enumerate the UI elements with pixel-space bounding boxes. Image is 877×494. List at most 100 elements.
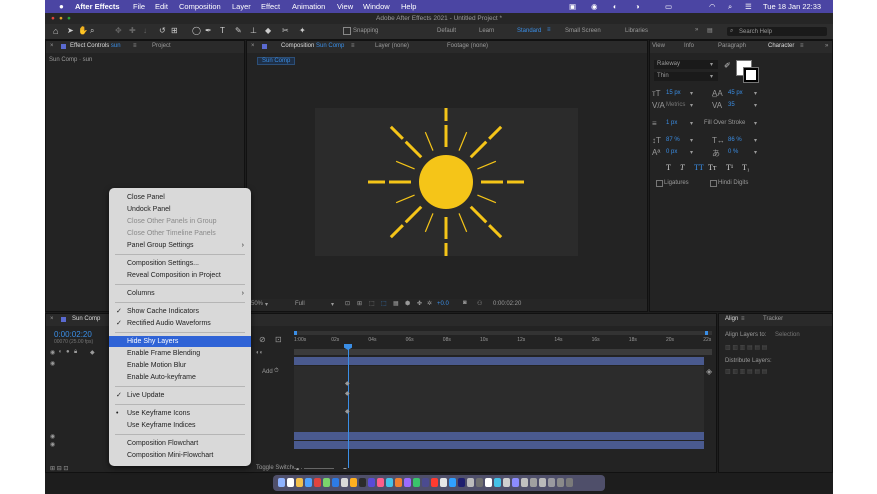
zoom-window-icon[interactable]: ● <box>67 13 71 24</box>
grid-icon[interactable]: ⊞ <box>357 300 362 307</box>
font-size-value[interactable]: 15 px <box>666 90 681 96</box>
dock-app-icon[interactable] <box>404 478 411 487</box>
dock-app-icon[interactable] <box>323 478 330 487</box>
subscript-button[interactable]: T₁ <box>742 163 750 172</box>
font-family-dropdown[interactable]: Raleway ▾ <box>654 60 718 69</box>
dock-app-icon[interactable] <box>368 478 375 487</box>
home-icon[interactable]: ⌂ <box>53 26 58 36</box>
dock-app-icon[interactable] <box>431 478 438 487</box>
more-workspaces-icon[interactable]: » <box>695 27 698 33</box>
align-tab-menu-icon[interactable]: ≡ <box>741 316 745 322</box>
dock-app-icon[interactable] <box>557 478 564 487</box>
layer-3-visibility-icon[interactable]: ◉ <box>50 441 55 448</box>
work-area-start[interactable] <box>294 331 297 335</box>
stopwatch-icon[interactable]: ⏱ <box>274 368 279 375</box>
workspace-small-screen[interactable]: Small Screen <box>565 28 601 34</box>
timeline-zoom-slider[interactable] <box>304 468 334 469</box>
horizontal-scale-value[interactable]: 86 % <box>728 137 742 143</box>
leading-value[interactable]: 45 px <box>728 90 743 96</box>
menu-item-undock-panel[interactable]: Undock Panel <box>109 204 251 215</box>
motion-blur-toggle-icon[interactable]: ⊘ <box>259 335 266 344</box>
dock-app-icon[interactable] <box>359 478 366 487</box>
dock-app-icon[interactable] <box>350 478 357 487</box>
lock-switch-icon[interactable]: 🔒︎ <box>74 349 77 356</box>
dock-app-icon[interactable] <box>377 478 384 487</box>
comp-current-time[interactable]: 0:00:02:20 <box>493 301 521 307</box>
superscript-button[interactable]: T¹ <box>726 163 733 172</box>
menu-item-composition-settings[interactable]: Composition Settings... <box>109 258 251 269</box>
apple-menu-icon[interactable]: ● <box>59 2 64 11</box>
dock-app-icon[interactable] <box>386 478 393 487</box>
menu-item-enable-frame-blending[interactable]: Enable Frame Blending <box>109 348 251 359</box>
exposure-reset-icon[interactable]: ✲ <box>427 300 432 307</box>
comp-panel-close-icon[interactable]: × <box>251 43 255 49</box>
menu-help[interactable]: Help <box>401 2 416 11</box>
creative-cloud-icon[interactable]: ◉ <box>591 2 598 11</box>
tab-footage[interactable]: Footage (none) <box>447 43 488 49</box>
dock-app-icon[interactable] <box>476 478 483 487</box>
menu-item-close-panel[interactable]: Close Panel <box>109 192 251 203</box>
tab-paragraph[interactable]: Paragraph <box>718 43 746 49</box>
workspace-standard[interactable]: Standard <box>517 28 541 34</box>
menu-item-hide-shy-layers[interactable]: Hide Shy Layers <box>109 336 251 347</box>
eraser-tool-icon[interactable]: ◆ <box>265 26 271 35</box>
snapping-checkbox[interactable] <box>343 27 351 35</box>
comp-flow-breadcrumb[interactable]: Sun Comp <box>257 57 296 65</box>
keyframe-marker-icon[interactable]: ◆ <box>345 380 350 387</box>
faux-bold-button[interactable]: T <box>666 163 671 172</box>
menu-layer[interactable]: Layer <box>232 2 251 11</box>
dock-app-icon[interactable] <box>287 478 294 487</box>
menu-view[interactable]: View <box>337 2 353 11</box>
character-tab-menu-icon[interactable]: ≡ <box>800 43 804 49</box>
vertical-scale-value[interactable]: 87 % <box>666 137 680 143</box>
stroke-width-value[interactable]: 1 px <box>666 120 677 126</box>
stroke-color-swatch[interactable] <box>743 67 759 83</box>
3d-view-icon[interactable]: ⬢ <box>405 300 410 307</box>
dock-app-icon[interactable] <box>395 478 402 487</box>
menu-item-composition-mini-flowchart[interactable]: Composition Mini-Flowchart <box>109 450 251 461</box>
battery-icon[interactable]: ▭ <box>665 2 672 11</box>
dock-app-icon[interactable] <box>512 478 519 487</box>
transparency-grid-icon[interactable]: ▦ <box>393 300 399 307</box>
search-help-field[interactable]: ⌕ Search Help <box>727 27 827 36</box>
spotlight-search-icon[interactable]: ⌕ <box>728 2 732 12</box>
dock-app-icon[interactable] <box>296 478 303 487</box>
dock-app-icon[interactable] <box>467 478 474 487</box>
layer-2-visibility-icon[interactable]: ◉ <box>50 433 55 440</box>
timeline-tracks[interactable]: 1:00s02s04s06s08s10s12s14s16s18s20s22s24… <box>294 328 748 468</box>
label-column-icon[interactable]: ◆ <box>90 349 95 356</box>
hindi-digits-checkbox[interactable] <box>710 180 717 187</box>
hand-tool-icon[interactable]: ✋ <box>78 26 88 35</box>
audio-switch-icon[interactable]: ◖ <box>58 349 62 355</box>
dock-app-icon[interactable] <box>440 478 447 487</box>
comp-tab-menu-icon[interactable]: ≡ <box>351 43 355 49</box>
menu-item-show-cache-indicators[interactable]: Show Cache Indicators ✓ <box>109 306 251 317</box>
panel-overflow-icon[interactable]: » <box>825 43 828 49</box>
video-switch-icon[interactable]: ◉ <box>50 349 55 356</box>
snapshot-icon[interactable]: ◙ <box>463 300 467 306</box>
dock-app-icon[interactable] <box>278 478 285 487</box>
exposure-value[interactable]: +0.0 <box>437 301 449 307</box>
menu-file[interactable]: File <box>133 2 145 11</box>
keyframe-marker-icon-3[interactable]: ◆ <box>345 408 350 415</box>
font-style-dropdown[interactable]: Thin ▾ <box>654 72 718 81</box>
zoom-tool-icon[interactable]: ⌕ <box>90 26 94 36</box>
menu-item-use-keyframe-icons[interactable]: Use Keyframe Icons • <box>109 408 251 419</box>
menu-animation[interactable]: Animation <box>292 2 325 11</box>
distribute-buttons-row[interactable]: ▥ ▥ ▥ ▤ ▤ ▤ <box>725 368 767 375</box>
work-area-end[interactable] <box>705 331 708 335</box>
current-time-indicator[interactable] <box>348 346 349 468</box>
stroke-mode-dropdown[interactable]: Fill Over Stroke <box>704 120 745 126</box>
workspace-libraries[interactable]: Libraries <box>625 28 648 34</box>
layer-2-duration-bar[interactable] <box>294 432 704 440</box>
shape-tool-icon[interactable]: ◯ <box>192 26 201 35</box>
dock-app-icon[interactable] <box>341 478 348 487</box>
workspace-default[interactable]: Default <box>437 28 456 34</box>
workspace-learn[interactable]: Learn <box>479 28 494 34</box>
small-caps-button[interactable]: Tт <box>708 163 716 172</box>
tab-align[interactable]: Align <box>725 316 738 322</box>
color-channels-icon[interactable]: ✤ <box>417 300 422 307</box>
menu-item-reveal-composition-in-project[interactable]: Reveal Composition in Project <box>109 270 251 281</box>
dock-app-icon[interactable] <box>485 478 492 487</box>
tab-composition[interactable]: Composition Sun Comp <box>281 43 344 49</box>
